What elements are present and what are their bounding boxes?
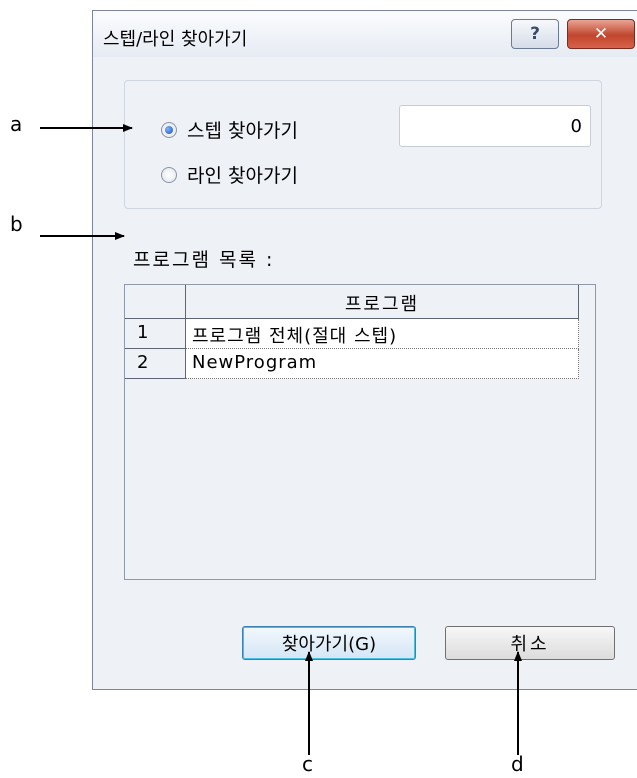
callout-label-c: c — [302, 752, 313, 776]
callout-label-b: b — [10, 212, 23, 236]
callout-arrows — [40, 124, 522, 755]
callout-label-d: d — [511, 752, 524, 776]
callout-label-a: a — [10, 112, 23, 136]
